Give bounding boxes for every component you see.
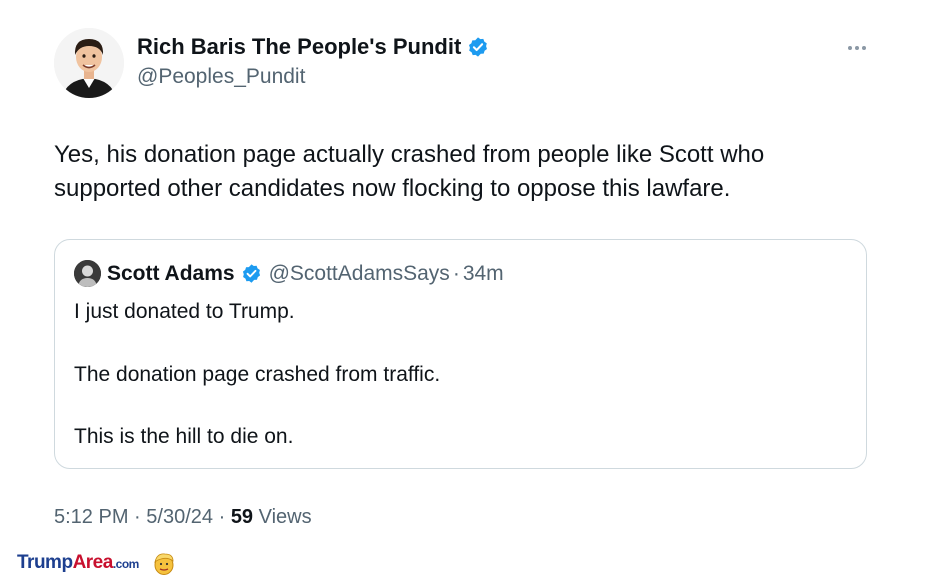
dot <box>855 46 859 50</box>
quoted-author-handle: @ScottAdamsSays <box>268 261 450 285</box>
author-name[interactable]: Rich Baris The People's Pundit <box>137 34 461 60</box>
verified-badge-icon[interactable] <box>467 36 489 58</box>
separator-dot: · <box>218 506 226 528</box>
watermark-logo: TrumpArea.com <box>17 552 139 574</box>
watermark: TrumpArea.com <box>17 551 175 575</box>
quoted-avatar-icon <box>74 260 101 287</box>
quoted-tweet-line: This is the hill to die on. <box>74 425 294 448</box>
watermark-trump: Trump <box>17 552 73 573</box>
tweet-time[interactable]: 5:12 PM <box>54 506 128 528</box>
views-count: 59 <box>230 506 254 528</box>
quoted-tweet-card[interactable]: Scott Adams @ScottAdamsSays · 34m I just… <box>54 239 867 469</box>
dot <box>862 46 866 50</box>
author-name-row: Rich Baris The People's Pundit <box>137 34 489 60</box>
tweet-text-line: Yes, his donation page actually crashed … <box>54 141 765 168</box>
cartoon-avatar-icon <box>54 28 124 98</box>
separator-dot: · <box>134 506 141 528</box>
quoted-tweet-header: Scott Adams @ScottAdamsSays · 34m <box>74 260 504 287</box>
author-avatar[interactable] <box>54 28 124 98</box>
more-options-icon[interactable] <box>842 38 872 58</box>
quoted-tweet-time: 34m <box>462 261 504 285</box>
tweet-text-line: supported other candidates now flocking … <box>54 175 731 202</box>
tweet-date[interactable]: 5/30/24 <box>146 506 213 528</box>
dot <box>848 46 852 50</box>
watermark-area: Area <box>72 552 114 573</box>
quoted-author-avatar <box>74 260 101 287</box>
watermark-com: .com <box>112 557 140 571</box>
trump-mascot-icon <box>154 553 174 575</box>
author-info: Rich Baris The People's Pundit @Peoples_… <box>137 34 489 89</box>
views-label: Views <box>258 506 312 528</box>
tweet-meta: 5:12 PM · 5/30/24 · 59 Views <box>54 506 312 529</box>
verified-badge-icon <box>242 264 260 283</box>
quoted-tweet-line: I just donated to Trump. <box>74 300 295 323</box>
quoted-tweet-line: The donation page crashed from traffic. <box>74 363 441 386</box>
separator-dot: · <box>452 261 460 285</box>
tweet-text: Yes, his donation page actually crashed … <box>54 138 884 206</box>
author-handle[interactable]: @Peoples_Pundit <box>137 65 489 89</box>
quoted-author-name: Scott Adams <box>107 261 235 285</box>
